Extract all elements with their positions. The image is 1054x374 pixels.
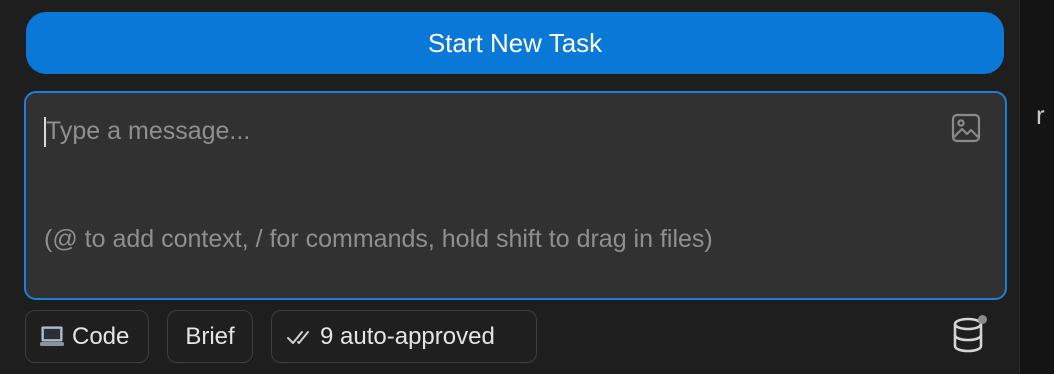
auto-approved-button[interactable]: 9 auto-approved: [271, 310, 537, 363]
message-input-placeholder[interactable]: Type a message...: [46, 115, 250, 147]
double-check-icon: [287, 330, 309, 344]
chat-panel: Start New Task Type a message... (@ to a…: [0, 0, 1019, 374]
message-input-hint: (@ to add context, / for commands, hold …: [44, 225, 713, 253]
status-dot: [978, 315, 987, 324]
message-input-box[interactable]: Type a message... (@ to add context, / f…: [24, 91, 1007, 300]
app-frame: Start New Task Type a message... (@ to a…: [0, 0, 1054, 374]
attach-image-button[interactable]: [949, 111, 983, 145]
mode-selector-button[interactable]: Code: [25, 310, 149, 363]
adjacent-panel-letter: r: [1036, 100, 1045, 130]
laptop-icon: [40, 326, 64, 346]
mode-label: Code: [72, 322, 130, 350]
start-new-task-button[interactable]: Start New Task: [26, 12, 1004, 74]
auto-approved-label: 9 auto-approved: [320, 322, 495, 350]
brief-button[interactable]: Brief: [167, 310, 253, 363]
image-icon: [951, 113, 981, 143]
adjacent-panel-edge: r: [1019, 0, 1054, 374]
brief-label: Brief: [185, 322, 235, 350]
database-button[interactable]: [945, 312, 991, 358]
